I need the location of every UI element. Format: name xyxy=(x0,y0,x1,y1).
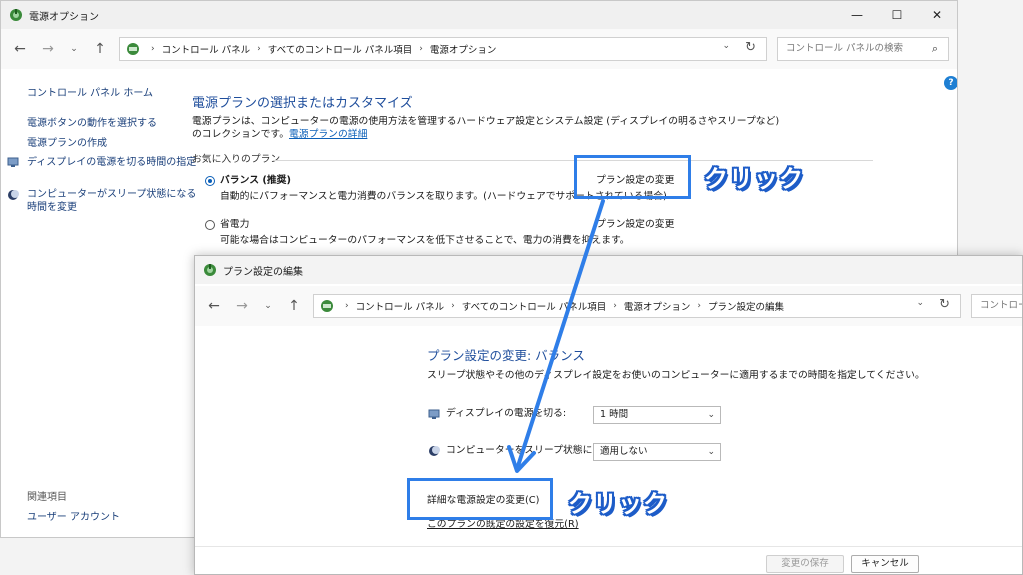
edit-plan-settings-window: プラン設定の編集 ← → ⌄ ↑ › コントロール パネル › すべてのコントロ… xyxy=(194,255,1023,575)
cancel-button[interactable]: キャンセル xyxy=(851,555,919,573)
plan-power-saver-name[interactable]: 省電力 xyxy=(220,218,249,231)
forward-arrow-icon[interactable]: → xyxy=(37,41,59,57)
power-options-icon xyxy=(10,9,22,21)
control-panel-icon xyxy=(321,300,333,312)
recent-locations-icon[interactable]: ⌄ xyxy=(63,44,85,54)
click-callout-1: クリック xyxy=(704,165,804,193)
page-description: スリープ状態やその他のディスプレイ設定をお使いのコンピューターに適用するまでの時… xyxy=(427,370,925,381)
moon-icon xyxy=(429,446,440,456)
breadcrumb-all-items[interactable]: すべてのコントロール パネル項目 xyxy=(268,42,412,56)
sidebar-item-home[interactable]: コントロール パネル ホーム xyxy=(27,87,153,100)
page-title: 電源プランの選択またはカスタマイズ xyxy=(192,96,413,111)
breadcrumb-edit-plan[interactable]: プラン設定の編集 xyxy=(708,299,784,313)
window-title: プラン設定の編集 xyxy=(223,266,303,278)
refresh-icon[interactable]: ↻ xyxy=(939,297,950,312)
page-title: プラン設定の変更: バランス xyxy=(427,348,585,363)
sidebar-item-create-plan[interactable]: 電源プランの作成 xyxy=(27,137,107,150)
maximize-button[interactable]: ☐ xyxy=(877,1,917,29)
control-panel-icon xyxy=(127,43,139,55)
plan-balanced-radio[interactable] xyxy=(205,176,215,186)
sidebar-item-display-off[interactable]: ディスプレイの電源を切る時間の指定 xyxy=(27,156,196,169)
forward-arrow-icon[interactable]: → xyxy=(231,298,253,314)
search-placeholder: コントロール パネルの検索 xyxy=(786,43,904,54)
breadcrumb-power-options[interactable]: 電源オプション xyxy=(624,299,691,313)
highlight-box-plan-settings xyxy=(574,155,691,199)
back-arrow-icon[interactable]: ← xyxy=(9,41,31,57)
chevron-down-icon[interactable]: ⌄ xyxy=(916,298,924,308)
plan-power-saver-radio[interactable] xyxy=(205,220,215,230)
sleep-value: 適用しない xyxy=(600,446,648,457)
back-arrow-icon[interactable]: ← xyxy=(203,298,225,314)
related-heading: 関連項目 xyxy=(27,492,67,503)
description-line-2: のコレクションです。電源プランの詳細 xyxy=(192,128,367,141)
click-callout-2: クリック xyxy=(568,490,668,518)
display-off-value: 1 時間 xyxy=(600,409,629,420)
search-placeholder: コントロール xyxy=(980,300,1022,311)
display-off-select[interactable]: 1 時間 ⌄ xyxy=(593,406,721,424)
breadcrumb-control-panel[interactable]: コントロール パネル xyxy=(356,299,445,313)
display-icon xyxy=(428,409,440,419)
search-icon[interactable]: ⌕ xyxy=(932,38,938,60)
sleep-select[interactable]: 適用しない ⌄ xyxy=(593,443,721,461)
address-bar[interactable]: › コントロール パネル › すべてのコントロール パネル項目 › 電源オプショ… xyxy=(313,294,961,318)
help-icon[interactable]: ? xyxy=(944,76,957,90)
minimize-button[interactable]: — xyxy=(837,1,877,29)
save-changes-button[interactable]: 変更の保存 xyxy=(766,555,844,573)
up-arrow-icon[interactable]: ↑ xyxy=(283,298,305,314)
navigation-bar: ← → ⌄ ↑ › コントロール パネル › すべてのコントロール パネル項目 … xyxy=(1,29,957,69)
chevron-down-icon: ⌄ xyxy=(707,447,715,457)
recent-locations-icon[interactable]: ⌄ xyxy=(257,301,279,311)
moon-icon xyxy=(8,190,19,200)
description-line-1: 電源プランは、コンピューターの電源の使用方法を管理するハードウェア設定とシステム… xyxy=(192,116,780,127)
plan-power-saver-desc: 可能な場合はコンピューターのパフォーマンスを低下させることで、電力の消費を抑えま… xyxy=(220,235,630,246)
breadcrumb-power-options[interactable]: 電源オプション xyxy=(430,42,497,56)
favorites-label: お気に入りのプラン xyxy=(192,154,281,165)
sidebar-item-sleep[interactable]: コンピューターがスリープ状態になる xyxy=(27,188,196,201)
footer-divider xyxy=(195,546,1022,547)
sidebar-item-power-button[interactable]: 電源ボタンの動作を選択する xyxy=(27,117,157,130)
plan-balanced-name[interactable]: バランス (推奨) xyxy=(220,174,291,187)
close-button[interactable]: ✕ xyxy=(917,1,957,29)
power-plan-details-link[interactable]: 電源プランの詳細 xyxy=(289,129,367,140)
chevron-down-icon: ⌄ xyxy=(707,410,715,420)
plan-power-saver-settings-link[interactable]: プラン設定の変更 xyxy=(596,218,674,231)
sidebar-item-sleep-cont[interactable]: 時間を変更 xyxy=(27,201,77,214)
address-bar[interactable]: › コントロール パネル › すべてのコントロール パネル項目 › 電源オプショ… xyxy=(119,37,767,61)
highlight-box-advanced-settings xyxy=(407,478,553,520)
refresh-icon[interactable]: ↻ xyxy=(745,40,756,55)
search-input[interactable]: コントロール xyxy=(971,294,1022,318)
search-input[interactable]: コントロール パネルの検索 ⌕ xyxy=(777,37,949,61)
window-title: 電源オプション xyxy=(29,11,99,23)
description-prefix: のコレクションです。 xyxy=(192,129,289,140)
display-icon xyxy=(7,157,19,167)
navigation-bar: ← → ⌄ ↑ › コントロール パネル › すべてのコントロール パネル項目 … xyxy=(195,286,1022,326)
breadcrumb-control-panel[interactable]: コントロール パネル xyxy=(162,42,251,56)
power-options-icon xyxy=(204,264,216,276)
title-bar: プラン設定の編集 xyxy=(195,256,1022,284)
chevron-down-icon[interactable]: ⌄ xyxy=(722,41,730,51)
title-bar: 電源オプション — ☐ ✕ xyxy=(1,1,957,29)
sidebar-item-user-accounts[interactable]: ユーザー アカウント xyxy=(27,511,120,524)
breadcrumb-all-items[interactable]: すべてのコントロール パネル項目 xyxy=(462,299,606,313)
display-off-label: ディスプレイの電源を切る: xyxy=(446,408,567,419)
up-arrow-icon[interactable]: ↑ xyxy=(89,41,111,57)
sleep-label: コンピューターをスリープ状態にする: xyxy=(446,445,616,456)
